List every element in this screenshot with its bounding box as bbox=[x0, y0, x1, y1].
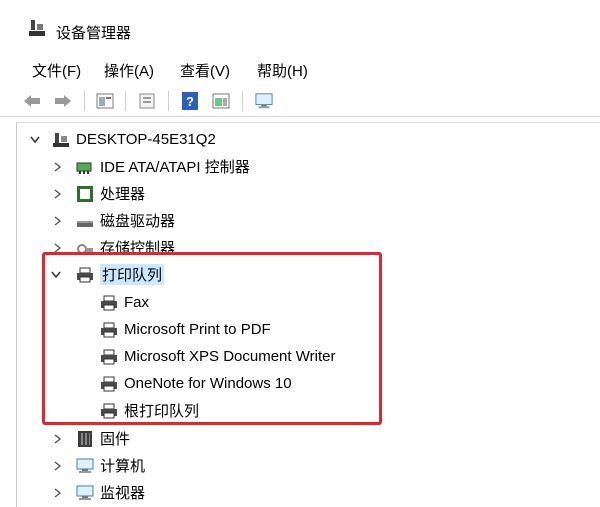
tree-item-label: 存储控制器 bbox=[100, 240, 176, 257]
menu-action[interactable]: 操作(A) bbox=[102, 60, 156, 81]
printer-label: 根打印队列 bbox=[124, 403, 200, 420]
back-arrow-icon[interactable] bbox=[23, 92, 41, 110]
computer-icon bbox=[76, 458, 94, 473]
tree-item-monitor[interactable]: 监视器 bbox=[76, 479, 145, 506]
printer-icon bbox=[101, 349, 117, 364]
forward-arrow-icon[interactable] bbox=[54, 92, 72, 110]
window-title: 设备管理器 bbox=[56, 25, 132, 42]
toolbar-separator bbox=[168, 91, 169, 111]
firmware-icon bbox=[78, 430, 92, 447]
chevron-right-icon[interactable] bbox=[53, 488, 63, 498]
tree-child-xps-writer[interactable]: Microsoft XPS Document Writer bbox=[100, 343, 335, 370]
toolbar-separator bbox=[125, 91, 126, 111]
printer-icon bbox=[101, 403, 117, 418]
tree-item-ide-controller[interactable]: IDE ATA/ATAPI 控制器 bbox=[76, 153, 250, 180]
toolbar-separator bbox=[242, 91, 243, 111]
chevron-down-icon[interactable] bbox=[30, 135, 40, 145]
monitor-icon[interactable] bbox=[255, 92, 273, 110]
svg-text:?: ? bbox=[186, 94, 194, 109]
printer-label: Fax bbox=[124, 294, 150, 311]
properties-icon[interactable] bbox=[96, 92, 114, 110]
printer-label: Microsoft XPS Document Writer bbox=[124, 348, 336, 365]
tree-child-root-print-queue[interactable]: 根打印队列 bbox=[100, 397, 199, 424]
tree-item-label: 处理器 bbox=[100, 186, 146, 203]
tree-item-storage-controller[interactable]: 存储控制器 bbox=[76, 234, 175, 261]
chevron-right-icon[interactable] bbox=[53, 162, 63, 172]
tree-item-firmware[interactable]: 固件 bbox=[76, 425, 130, 452]
printer-icon bbox=[101, 376, 117, 391]
root-label: DESKTOP-45E31Q2 bbox=[76, 131, 216, 148]
tree-item-label: 计算机 bbox=[100, 458, 146, 475]
tree-item-disk-drive[interactable]: 磁盘驱动器 bbox=[76, 207, 175, 234]
disk-drive-icon bbox=[77, 220, 93, 227]
tree-root[interactable]: DESKTOP-45E31Q2 bbox=[52, 126, 216, 153]
tree-item-print-queues[interactable]: 打印队列 bbox=[76, 261, 165, 288]
tree-item-label: 固件 bbox=[100, 431, 131, 448]
printer-icon bbox=[101, 295, 117, 310]
printer-icon bbox=[101, 322, 117, 337]
tree-child-print-to-pdf[interactable]: Microsoft Print to PDF bbox=[100, 316, 271, 343]
menu-view[interactable]: 查看(V) bbox=[178, 60, 232, 81]
monitor-icon bbox=[76, 485, 94, 500]
tree-item-label: IDE ATA/ATAPI 控制器 bbox=[100, 159, 250, 176]
device-manager-icon bbox=[29, 20, 45, 36]
toolbar-separator bbox=[84, 91, 85, 111]
menu-help[interactable]: 帮助(H) bbox=[255, 60, 310, 81]
chevron-down-icon[interactable] bbox=[51, 270, 61, 280]
computer-tower-icon bbox=[53, 132, 69, 147]
ide-controller-icon bbox=[76, 162, 92, 174]
title-bar: 设备管理器 bbox=[0, 0, 600, 52]
chevron-right-icon[interactable] bbox=[53, 461, 63, 471]
tree-item-label: 磁盘驱动器 bbox=[100, 213, 176, 230]
update-icon[interactable] bbox=[138, 92, 156, 110]
menu-file[interactable]: 文件(F) bbox=[30, 60, 83, 81]
printer-label: Microsoft Print to PDF bbox=[124, 321, 271, 338]
printer-label: OneNote for Windows 10 bbox=[124, 375, 292, 392]
tree-child-onenote[interactable]: OneNote for Windows 10 bbox=[100, 370, 292, 397]
help-icon[interactable]: ? bbox=[181, 92, 199, 110]
toolbar bbox=[0, 86, 600, 117]
processor-icon bbox=[77, 185, 93, 202]
tree-item-label: 打印队列 bbox=[100, 264, 165, 285]
storage-controller-icon bbox=[77, 243, 93, 254]
tree-item-computer[interactable]: 计算机 bbox=[76, 452, 145, 479]
tree-child-fax[interactable]: Fax bbox=[100, 289, 149, 316]
chevron-right-icon[interactable] bbox=[53, 189, 63, 199]
chevron-right-icon[interactable] bbox=[53, 243, 63, 253]
printer-icon bbox=[77, 267, 93, 282]
chevron-right-icon[interactable] bbox=[53, 434, 63, 444]
tree-item-processor[interactable]: 处理器 bbox=[76, 180, 145, 207]
view-icon[interactable] bbox=[212, 92, 230, 110]
tree-item-label: 监视器 bbox=[100, 485, 146, 502]
chevron-right-icon[interactable] bbox=[53, 216, 63, 226]
